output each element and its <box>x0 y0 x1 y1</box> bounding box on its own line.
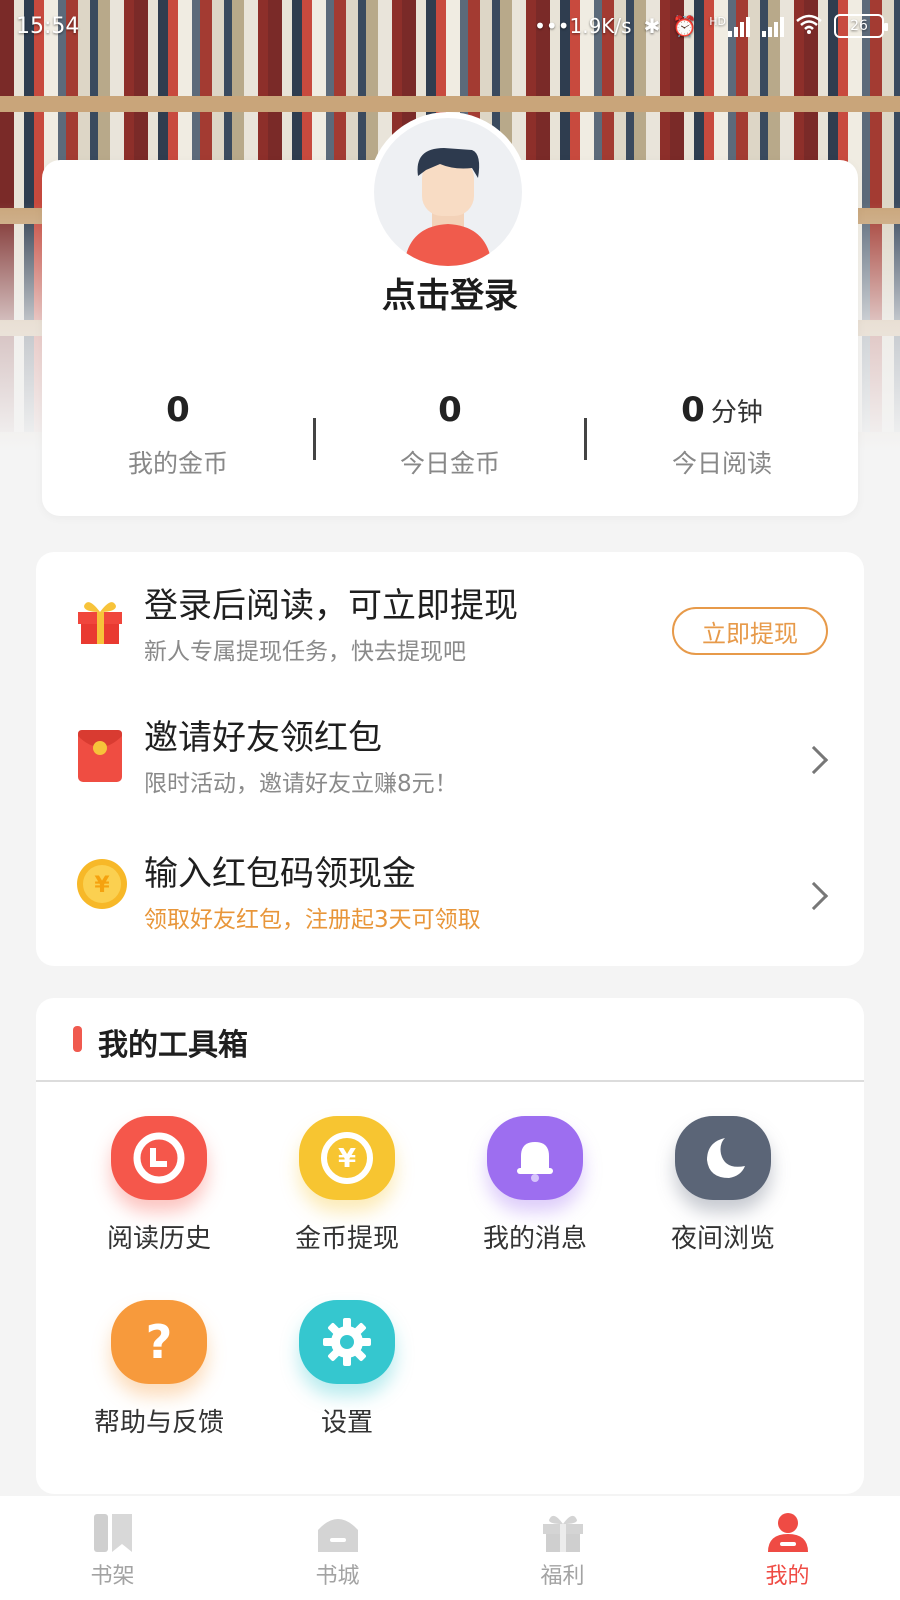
nav-item-bookshelf[interactable]: 书架 <box>0 1496 225 1600</box>
task-card: 登录后阅读，可立即提现 新人专属提现任务，快去提现吧 立即提现 邀请好友领红包 … <box>36 552 864 966</box>
profile-icon <box>767 1513 808 1552</box>
clock-icon <box>111 1116 207 1200</box>
network-badge: HD <box>709 15 726 28</box>
toolbox-title: 我的工具箱 <box>98 1028 248 1063</box>
chevron-right-icon <box>799 881 829 911</box>
yuan-coin-icon: ¥ <box>299 1116 395 1200</box>
net-speed: •••1.9K/s <box>534 14 632 38</box>
task-subtitle: 新人专属提现任务，快去提现吧 <box>144 639 466 665</box>
red-envelope-icon <box>74 728 126 788</box>
chevron-right-icon <box>799 745 829 775</box>
task-title: 邀请好友领红包 <box>144 718 382 758</box>
tool-label: 阅读历史 <box>106 1224 211 1254</box>
bookshelf-icon <box>93 1514 132 1552</box>
section-accent-bar <box>73 1026 82 1052</box>
stat-label: 今日金币 <box>399 449 500 478</box>
login-prompt[interactable]: 点击登录 <box>0 268 900 317</box>
stat-today-reading[interactable]: 0 分钟 今日阅读 <box>586 390 858 480</box>
alarm-icon: ⏰ <box>672 14 698 38</box>
bottom-nav: 书架 书城 福利 我的 <box>0 1496 900 1600</box>
status-bar: 15:54 •••1.9K/s ✱ ⏰ HD 26 <box>0 0 900 52</box>
stat-divider <box>313 418 316 460</box>
stat-value: 0 <box>438 390 462 430</box>
task-title: 登录后阅读，可立即提现 <box>144 586 518 626</box>
task-title: 输入红包码领现金 <box>144 854 416 894</box>
signal-icon-1: HD <box>709 15 750 37</box>
signal-icon-2 <box>762 15 784 37</box>
toolbox-header: 我的工具箱 <box>36 998 864 1082</box>
nav-item-profile[interactable]: 我的 <box>675 1496 900 1600</box>
wifi-icon <box>796 14 822 39</box>
stat-my-coins[interactable]: 0 我的金币 <box>42 390 314 480</box>
tool-night-mode[interactable]: 夜间浏览 <box>633 1116 813 1255</box>
tool-label: 设置 <box>320 1408 373 1438</box>
tool-help-feedback[interactable]: ? 帮助与反馈 <box>69 1300 249 1439</box>
gear-icon <box>299 1300 395 1384</box>
task-row-redeem[interactable]: ¥ 输入红包码领现金 领取好友红包，注册起3天可领取 <box>36 836 864 956</box>
svg-text:¥: ¥ <box>338 1144 356 1174</box>
svg-text:¥: ¥ <box>94 873 110 898</box>
status-indicators: •••1.9K/s ✱ ⏰ HD 26 <box>534 14 888 39</box>
stats-row: 0 我的金币 0 今日金币 0 分钟 今日阅读 <box>42 390 858 480</box>
stat-label: 我的金币 <box>127 449 228 478</box>
nav-item-bookstore[interactable]: 书城 <box>225 1496 450 1600</box>
nav-item-welfare[interactable]: 福利 <box>450 1496 675 1600</box>
stat-label: 今日阅读 <box>671 449 772 478</box>
gift-box-icon <box>542 1515 583 1552</box>
task-subtitle: 领取好友红包，注册起3天可领取 <box>144 907 481 933</box>
tool-label: 我的消息 <box>482 1224 587 1254</box>
tool-label: 夜间浏览 <box>670 1224 775 1254</box>
tool-settings[interactable]: 设置 <box>257 1300 437 1439</box>
tool-label: 金币提现 <box>294 1224 399 1254</box>
bell-icon <box>487 1116 583 1200</box>
stat-unit: 分钟 <box>710 398 763 428</box>
toolbox-card: 我的工具箱 阅读历史 ¥ 金币提现 我的消息 夜间浏览 ? 帮助与反馈 设置 <box>36 998 864 1494</box>
tool-reading-history[interactable]: 阅读历史 <box>69 1116 249 1255</box>
coin-icon: ¥ <box>74 856 130 916</box>
bluetooth-icon: ✱ <box>643 14 661 38</box>
battery-icon: 26 <box>834 14 888 38</box>
stat-value: 0 <box>166 390 190 430</box>
task-subtitle: 限时活动，邀请好友立赚8元！ <box>144 771 458 797</box>
user-avatar-icon <box>374 118 522 266</box>
stat-value: 0 <box>681 390 705 430</box>
bookstore-icon <box>317 1519 358 1552</box>
task-row-invite[interactable]: 邀请好友领红包 限时活动，邀请好友立赚8元！ <box>36 700 864 820</box>
svg-text:?: ? <box>146 1315 173 1369</box>
moon-icon <box>675 1116 771 1200</box>
withdraw-now-button[interactable]: 立即提现 <box>672 607 828 655</box>
nav-label: 福利 <box>540 1564 585 1589</box>
task-row-withdraw[interactable]: 登录后阅读，可立即提现 新人专属提现任务，快去提现吧 立即提现 <box>36 564 864 684</box>
nav-label: 书架 <box>90 1564 135 1589</box>
stat-today-coins[interactable]: 0 今日金币 <box>313 390 587 480</box>
nav-label: 我的 <box>765 1564 810 1589</box>
nav-label: 书城 <box>315 1564 360 1589</box>
gift-icon <box>74 594 126 650</box>
tool-my-messages[interactable]: 我的消息 <box>445 1116 625 1255</box>
avatar[interactable] <box>368 112 528 272</box>
status-time: 15:54 <box>16 13 80 39</box>
question-icon: ? <box>111 1300 207 1384</box>
tool-coin-withdraw[interactable]: ¥ 金币提现 <box>257 1116 437 1255</box>
tool-label: 帮助与反馈 <box>93 1408 224 1438</box>
